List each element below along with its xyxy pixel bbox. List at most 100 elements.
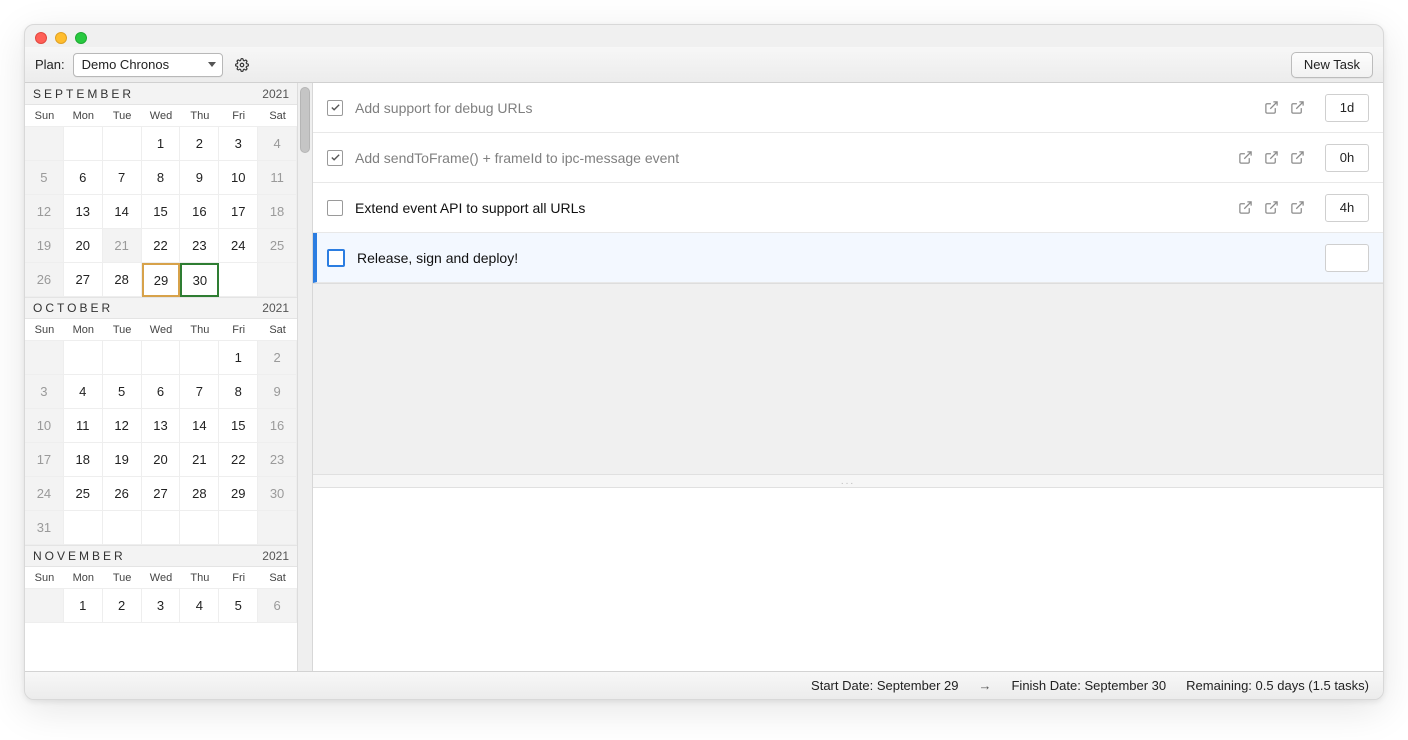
day-cell[interactable]: 2 <box>258 341 297 375</box>
calendar-scroll[interactable]: SEPTEMBER2021SunMonTueWedThuFriSat123456… <box>25 83 297 671</box>
day-cell[interactable]: 18 <box>258 195 297 229</box>
day-cell[interactable]: 11 <box>64 409 103 443</box>
day-cell[interactable]: 6 <box>258 589 297 623</box>
task-checkbox[interactable] <box>327 249 345 267</box>
day-cell[interactable]: 2 <box>103 589 142 623</box>
day-cell[interactable]: 4 <box>258 127 297 161</box>
day-cell[interactable]: 23 <box>258 443 297 477</box>
day-cell[interactable]: 12 <box>103 409 142 443</box>
day-cell[interactable]: 7 <box>103 161 142 195</box>
day-cell[interactable]: 8 <box>142 161 181 195</box>
day-cell[interactable]: 1 <box>142 127 181 161</box>
day-cell[interactable]: 19 <box>103 443 142 477</box>
day-cell[interactable]: 17 <box>25 443 64 477</box>
task-row[interactable]: Add sendToFrame() + frameId to ipc-messa… <box>313 133 1383 183</box>
day-cell[interactable]: 3 <box>25 375 64 409</box>
plan-select[interactable]: Demo Chronos <box>73 53 223 77</box>
day-cell <box>219 511 258 545</box>
day-cell[interactable]: 20 <box>64 229 103 263</box>
day-cell[interactable]: 1 <box>219 341 258 375</box>
day-cell[interactable]: 6 <box>64 161 103 195</box>
task-checkbox[interactable] <box>327 150 343 166</box>
window-close-icon[interactable] <box>35 32 47 44</box>
day-cell[interactable]: 13 <box>64 195 103 229</box>
day-cell[interactable]: 26 <box>25 263 64 297</box>
scrollbar-thumb[interactable] <box>300 87 310 153</box>
task-row[interactable]: Extend event API to support all URLs4h <box>313 183 1383 233</box>
day-cell[interactable]: 29 <box>142 263 181 297</box>
day-cell[interactable]: 19 <box>25 229 64 263</box>
day-cell[interactable]: 15 <box>219 409 258 443</box>
day-cell[interactable]: 5 <box>25 161 64 195</box>
external-link-icon[interactable] <box>1287 98 1307 118</box>
day-cell[interactable]: 13 <box>142 409 181 443</box>
day-cell[interactable]: 16 <box>180 195 219 229</box>
day-cell[interactable]: 21 <box>103 229 142 263</box>
month-year: 2021 <box>262 549 289 563</box>
external-link-icon[interactable] <box>1235 198 1255 218</box>
task-duration-input[interactable]: 1d <box>1325 94 1369 122</box>
day-cell[interactable]: 29 <box>219 477 258 511</box>
plan-settings-button[interactable] <box>231 54 253 76</box>
day-cell[interactable]: 9 <box>258 375 297 409</box>
day-cell[interactable]: 10 <box>219 161 258 195</box>
day-cell[interactable]: 5 <box>219 589 258 623</box>
notes-resize-handle[interactable]: ... <box>313 474 1383 488</box>
day-cell[interactable]: 4 <box>64 375 103 409</box>
task-checkbox[interactable] <box>327 200 343 216</box>
task-duration-input[interactable] <box>1325 244 1369 272</box>
day-cell[interactable]: 22 <box>142 229 181 263</box>
day-cell[interactable]: 22 <box>219 443 258 477</box>
calendar-scrollbar[interactable] <box>297 83 312 671</box>
external-link-icon[interactable] <box>1261 98 1281 118</box>
day-cell[interactable]: 12 <box>25 195 64 229</box>
window-minimize-icon[interactable] <box>55 32 67 44</box>
day-cell[interactable]: 28 <box>103 263 142 297</box>
day-cell[interactable]: 26 <box>103 477 142 511</box>
day-cell[interactable]: 16 <box>258 409 297 443</box>
day-cell[interactable]: 4 <box>180 589 219 623</box>
day-cell[interactable]: 24 <box>25 477 64 511</box>
day-cell[interactable]: 3 <box>142 589 181 623</box>
window-zoom-icon[interactable] <box>75 32 87 44</box>
day-cell[interactable]: 31 <box>25 511 64 545</box>
day-cell[interactable]: 25 <box>258 229 297 263</box>
day-cell[interactable]: 10 <box>25 409 64 443</box>
day-cell[interactable]: 11 <box>258 161 297 195</box>
day-cell[interactable]: 23 <box>180 229 219 263</box>
external-link-icon[interactable] <box>1287 148 1307 168</box>
day-cell[interactable]: 24 <box>219 229 258 263</box>
task-checkbox[interactable] <box>327 100 343 116</box>
day-cell[interactable]: 6 <box>142 375 181 409</box>
day-cell[interactable]: 15 <box>142 195 181 229</box>
day-cell[interactable]: 17 <box>219 195 258 229</box>
day-cell[interactable]: 30 <box>258 477 297 511</box>
day-cell[interactable]: 9 <box>180 161 219 195</box>
day-cell[interactable]: 20 <box>142 443 181 477</box>
task-row[interactable]: Add support for debug URLs1d <box>313 83 1383 133</box>
external-link-icon[interactable] <box>1261 198 1281 218</box>
day-cell[interactable]: 3 <box>219 127 258 161</box>
day-cell[interactable]: 28 <box>180 477 219 511</box>
day-cell[interactable]: 27 <box>142 477 181 511</box>
notes-area[interactable] <box>313 488 1383 671</box>
day-cell[interactable]: 21 <box>180 443 219 477</box>
new-task-button[interactable]: New Task <box>1291 52 1373 78</box>
day-cell[interactable]: 14 <box>180 409 219 443</box>
external-link-icon[interactable] <box>1261 148 1281 168</box>
external-link-icon[interactable] <box>1287 198 1307 218</box>
day-cell[interactable]: 25 <box>64 477 103 511</box>
day-cell[interactable]: 7 <box>180 375 219 409</box>
task-duration-input[interactable]: 0h <box>1325 144 1369 172</box>
task-duration-input[interactable]: 4h <box>1325 194 1369 222</box>
day-cell[interactable]: 5 <box>103 375 142 409</box>
task-row[interactable]: Release, sign and deploy! <box>313 233 1383 283</box>
day-cell[interactable]: 27 <box>64 263 103 297</box>
day-cell[interactable]: 18 <box>64 443 103 477</box>
day-cell[interactable]: 2 <box>180 127 219 161</box>
day-cell[interactable]: 8 <box>219 375 258 409</box>
day-cell[interactable]: 14 <box>103 195 142 229</box>
day-cell[interactable]: 30 <box>180 263 219 297</box>
day-cell[interactable]: 1 <box>64 589 103 623</box>
external-link-icon[interactable] <box>1235 148 1255 168</box>
